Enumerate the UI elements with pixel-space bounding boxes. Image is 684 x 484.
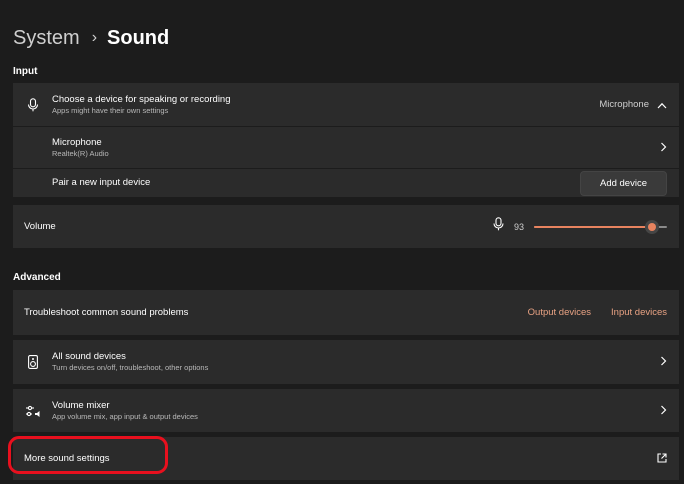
output-devices-link[interactable]: Output devices bbox=[528, 307, 591, 318]
volume-row: Volume 93 bbox=[13, 205, 679, 248]
section-label-input: Input bbox=[13, 66, 38, 77]
chevron-right-icon bbox=[660, 353, 667, 371]
volume-card: Volume 93 bbox=[13, 205, 679, 248]
troubleshoot-card: Troubleshoot common sound problems Outpu… bbox=[13, 290, 679, 335]
volume-mixer-row[interactable]: Volume mixer App volume mix, app input &… bbox=[13, 389, 679, 432]
breadcrumb: System › Sound bbox=[13, 24, 169, 52]
chevron-right-icon bbox=[660, 139, 667, 157]
microphone-device-row[interactable]: Microphone Realtek(R) Audio bbox=[13, 127, 679, 168]
breadcrumb-system[interactable]: System bbox=[13, 27, 80, 50]
all-sound-devices-row[interactable]: All sound devices Turn devices on/off, t… bbox=[13, 340, 679, 384]
chevron-up-icon[interactable] bbox=[657, 96, 667, 114]
troubleshoot-row: Troubleshoot common sound problems Outpu… bbox=[13, 290, 679, 335]
external-link-icon bbox=[657, 450, 667, 468]
microphone-icon[interactable] bbox=[493, 217, 504, 236]
all-sound-devices-card[interactable]: All sound devices Turn devices on/off, t… bbox=[13, 340, 679, 384]
all-sound-devices-subtitle: Turn devices on/off, troubleshoot, other… bbox=[52, 363, 209, 372]
volume-label: Volume bbox=[24, 220, 56, 232]
troubleshoot-title: Troubleshoot common sound problems bbox=[24, 306, 189, 318]
input-card: Choose a device for speaking or recordin… bbox=[13, 83, 679, 197]
add-device-button[interactable]: Add device bbox=[579, 170, 667, 196]
volume-mixer-title: Volume mixer bbox=[52, 399, 110, 411]
chevron-right-icon bbox=[660, 402, 667, 420]
breadcrumb-separator: › bbox=[91, 29, 98, 46]
pair-input-device-row: Pair a new input device Add device bbox=[13, 169, 679, 197]
highlight-annotation bbox=[8, 436, 168, 474]
volume-slider-thumb[interactable] bbox=[644, 219, 659, 234]
volume-mixer-subtitle: App volume mix, app input & output devic… bbox=[52, 411, 198, 421]
microphone-subtitle: Realtek(R) Audio bbox=[52, 148, 109, 158]
mixer-icon bbox=[13, 405, 52, 417]
microphone-icon bbox=[13, 97, 52, 112]
microphone-title: Microphone bbox=[52, 136, 102, 148]
input-devices-link[interactable]: Input devices bbox=[611, 307, 667, 318]
all-sound-devices-title: All sound devices bbox=[52, 351, 126, 362]
pair-device-title: Pair a new input device bbox=[52, 177, 151, 188]
page-title: Sound bbox=[107, 26, 170, 49]
volume-slider[interactable] bbox=[534, 219, 667, 234]
volume-mixer-card[interactable]: Volume mixer App volume mix, app input &… bbox=[13, 389, 679, 432]
section-label-advanced: Advanced bbox=[13, 272, 61, 283]
volume-slider-fill bbox=[534, 225, 652, 228]
volume-value: 93 bbox=[513, 221, 524, 232]
choose-input-device-row[interactable]: Choose a device for speaking or recordin… bbox=[13, 83, 679, 126]
speaker-icon bbox=[13, 355, 52, 369]
choose-device-subtitle: Apps might have their own settings bbox=[52, 105, 169, 115]
selected-input-device: Microphone bbox=[599, 99, 649, 110]
choose-device-title: Choose a device for speaking or recordin… bbox=[52, 93, 231, 105]
